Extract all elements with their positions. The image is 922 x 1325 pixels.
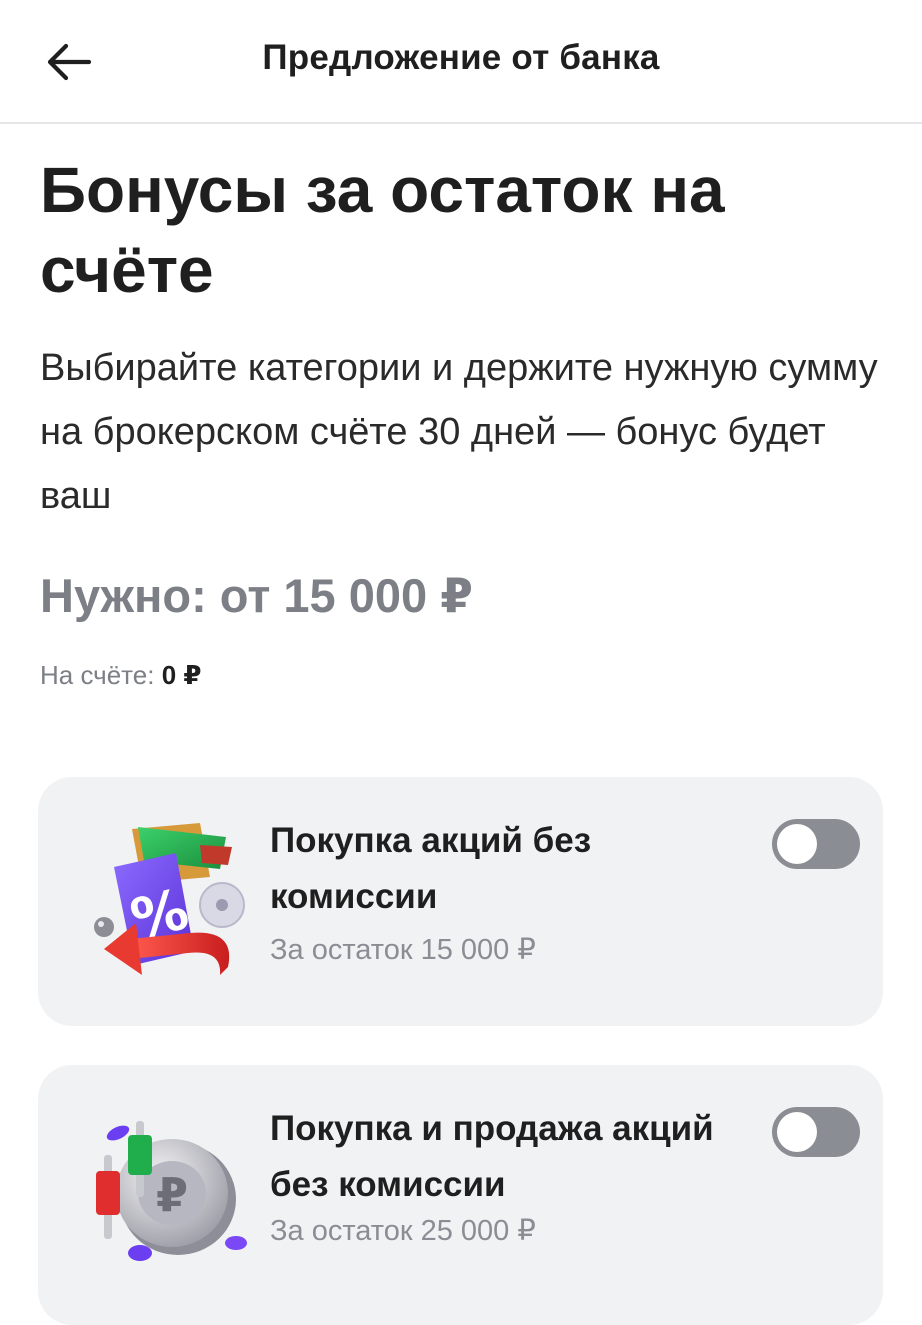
account-balance: На счёте: 0 ₽ bbox=[40, 660, 202, 691]
percent-folder-icon: % bbox=[94, 823, 245, 975]
top-bar: Предложение от банка bbox=[0, 0, 922, 124]
ruble-coin-candles-icon: ₽ bbox=[96, 1121, 247, 1261]
category-toggle[interactable] bbox=[772, 819, 860, 869]
toggle-knob bbox=[777, 824, 817, 864]
header-title: Предложение от банка bbox=[262, 38, 660, 77]
category-title: Покупка и продажа акций без комиссии bbox=[270, 1109, 714, 1204]
category-subtitle: За остаток 15 000 ₽ bbox=[270, 934, 536, 966]
balance-value: 0 ₽ bbox=[161, 660, 202, 690]
required-amount: Нужно: от 15 000 ₽ bbox=[40, 569, 473, 622]
balance-label: На счёте: bbox=[40, 660, 155, 690]
category-card-buy-sell-stocks[interactable]: ₽ Покупка и продажа акций без комиссии З… bbox=[38, 1065, 883, 1325]
page-title: Бонусы за остаток на счёте bbox=[40, 154, 725, 306]
svg-text:₽: ₽ bbox=[156, 1168, 188, 1222]
category-toggle[interactable] bbox=[772, 1107, 860, 1157]
page-description: Выбирайте категории и держите нужную сум… bbox=[40, 347, 878, 517]
category-subtitle: За остаток 25 000 ₽ bbox=[270, 1215, 536, 1247]
toggle-knob bbox=[777, 1112, 817, 1152]
category-title: Покупка акций без комиссии bbox=[270, 821, 592, 916]
category-card-buy-stocks[interactable]: % Покупка акций без комиссии За остаток … bbox=[38, 777, 883, 1026]
